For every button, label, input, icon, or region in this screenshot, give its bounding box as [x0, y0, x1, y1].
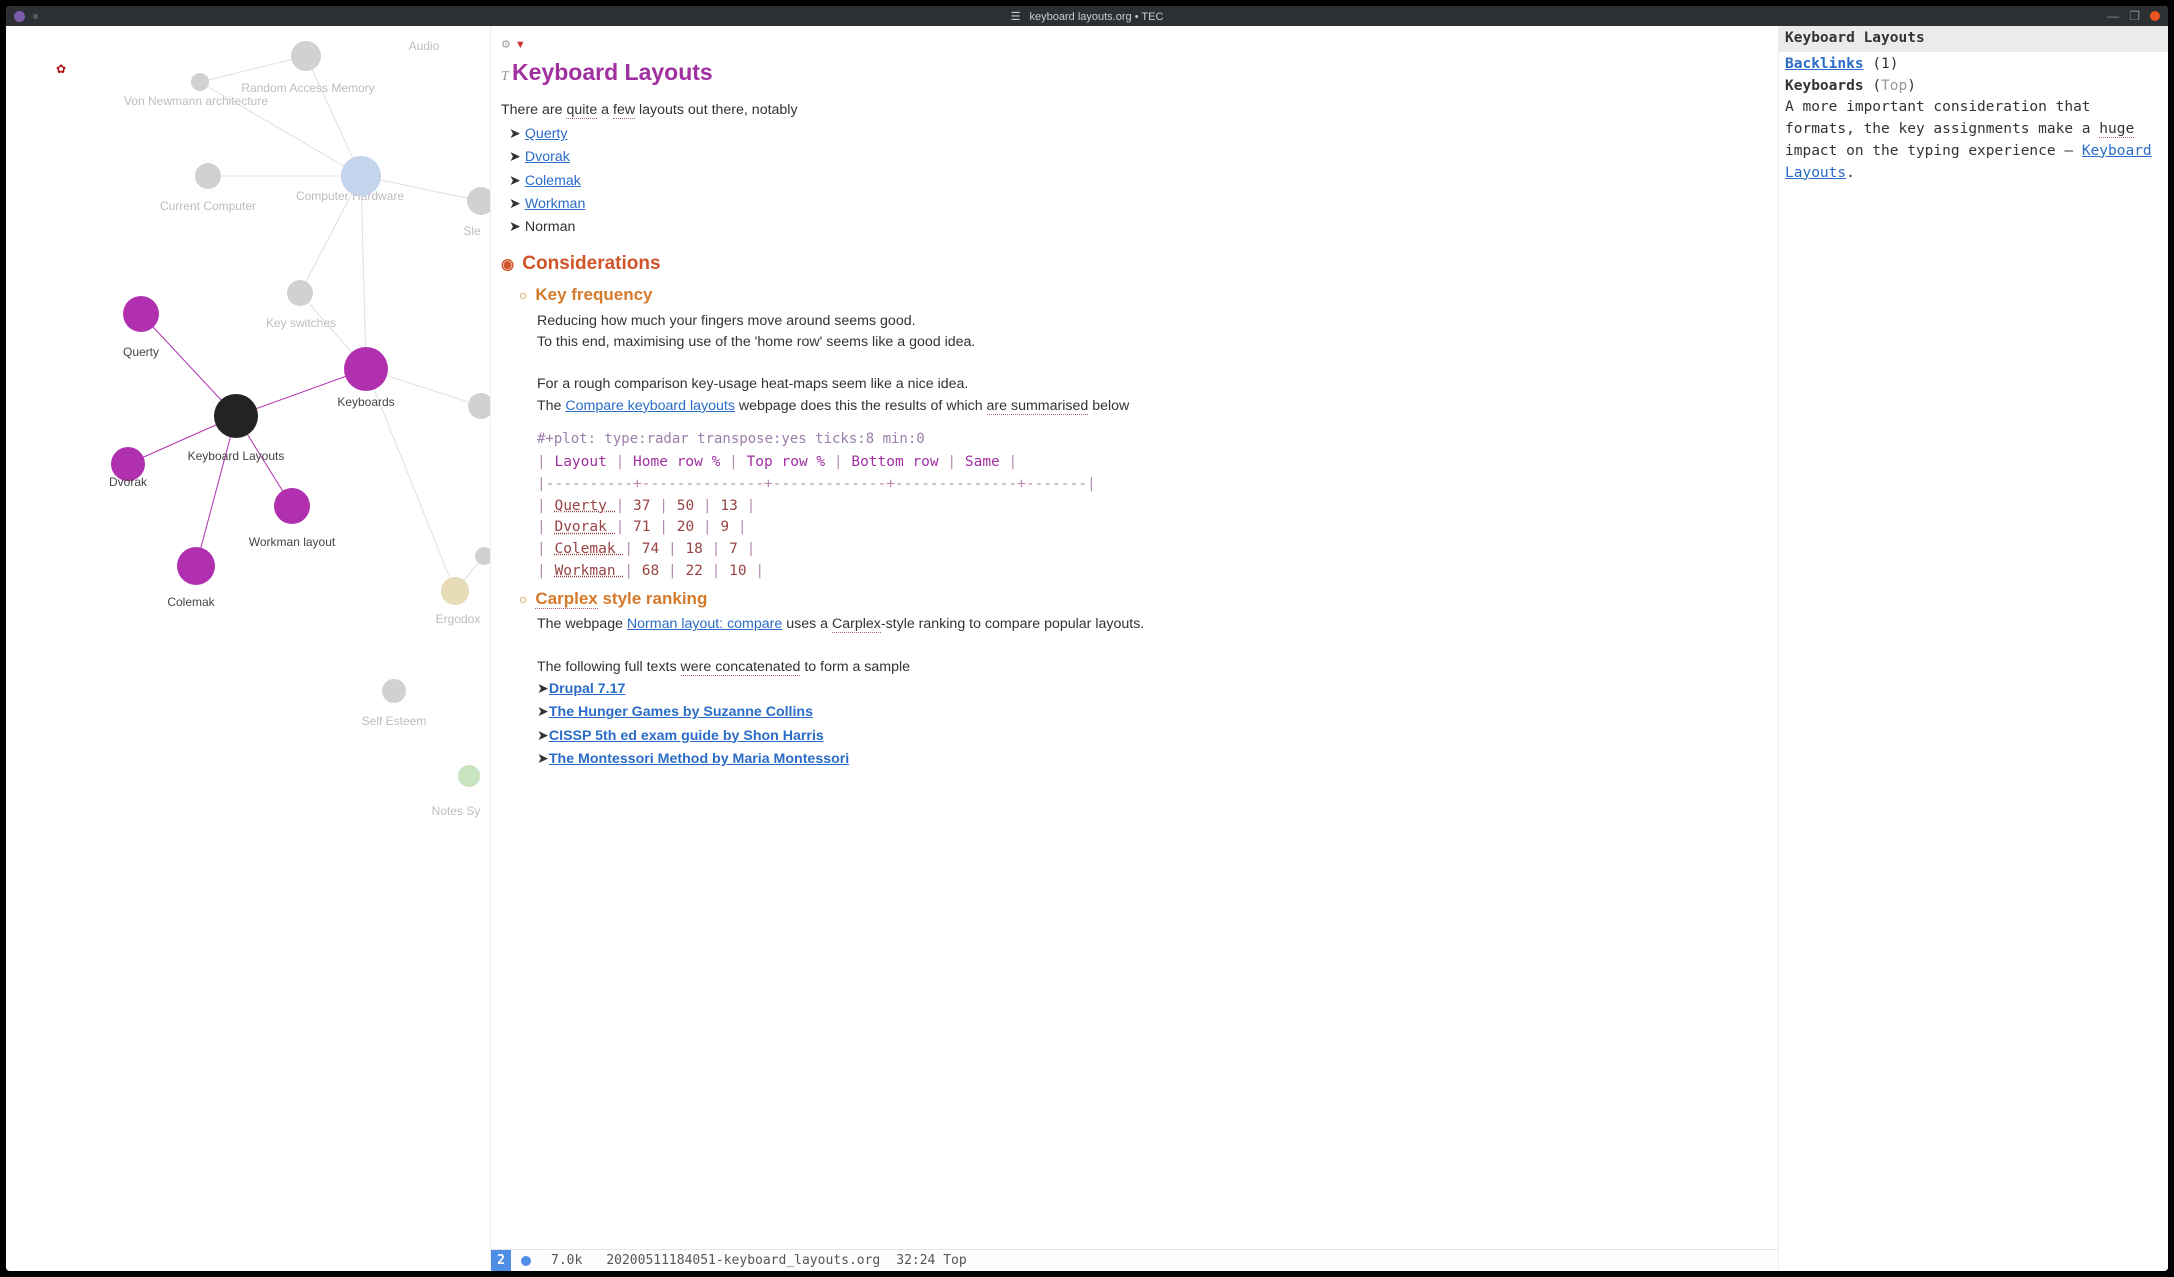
paragraph: The webpage Norman layout: compare uses …: [537, 614, 1768, 635]
file-name: 20200511184051-keyboard_layouts.org: [606, 1253, 880, 1268]
svg-text:Colemak: Colemak: [167, 595, 215, 609]
settings-icon: ⚙: [501, 39, 511, 51]
titlebar-dot: [14, 11, 25, 22]
graph-node-faded[interactable]: Von Newmann architecture: [124, 94, 268, 108]
svg-text:Notes Sy: Notes Sy: [432, 804, 481, 818]
title-marker: T: [501, 69, 512, 84]
status-indicator: [521, 1256, 531, 1266]
backlinks-row: Backlinks (1): [1785, 54, 2162, 76]
backlink-excerpt: A more important consideration that form…: [1785, 97, 2162, 184]
svg-text:Key switches: Key switches: [266, 316, 336, 330]
graph-node-faded[interactable]: [287, 280, 313, 306]
svg-text:Random Access Memory: Random Access Memory: [241, 81, 374, 95]
graph-node-faded[interactable]: [291, 41, 321, 71]
graph-node-faded[interactable]: Key switches: [266, 316, 336, 330]
graph-node-faded[interactable]: [191, 73, 209, 91]
graph-node-faded[interactable]: [467, 187, 490, 215]
intro-text: There are quite a few layouts out there,…: [501, 100, 1768, 121]
window-title: keyboard layouts.org • TEC: [1030, 11, 1164, 23]
list-item: ➤The Hunger Games by Suzanne Collins: [537, 701, 1768, 724]
maximize-icon[interactable]: ❐: [2129, 9, 2140, 23]
graph-node-faded[interactable]: [382, 679, 406, 703]
layout-link[interactable]: Querty: [525, 126, 568, 142]
heading-carplex: ○ Carplex style ranking: [519, 586, 1768, 612]
titlebar: ☰ keyboard layouts.org • TEC — ❐: [6, 6, 2168, 26]
layout-link[interactable]: Dvorak: [525, 149, 570, 165]
graph-node[interactable]: Workman layout: [249, 488, 336, 549]
svg-text:Workman layout: Workman layout: [249, 535, 336, 549]
graph-node[interactable]: Keyboards: [337, 347, 394, 409]
svg-text:Audio: Audio: [409, 39, 440, 53]
backlink-item: Keyboards (Top): [1785, 76, 2162, 98]
hamburger-icon: ☰: [1011, 11, 1021, 23]
heading-key-frequency: ○ Key frequency: [519, 282, 1768, 308]
list-item: ➤CISSP 5th ed exam guide by Shon Harris: [537, 725, 1768, 748]
graph-node-faded[interactable]: Notes Sy: [432, 804, 481, 818]
text-link[interactable]: Drupal 7.17: [549, 681, 626, 697]
graph-node-faded[interactable]: [475, 547, 490, 565]
svg-text:Keyboard Layouts: Keyboard Layouts: [188, 449, 285, 463]
graph-node-faded[interactable]: Random Access Memory: [241, 81, 374, 95]
graph-node-faded[interactable]: Sle: [463, 224, 481, 238]
paragraph: The Compare keyboard layouts webpage doe…: [537, 396, 1768, 417]
heading-considerations: ◉ Considerations: [501, 250, 1768, 279]
backlinks-pane[interactable]: Keyboard Layouts Backlinks (1) Keyboards…: [1778, 26, 2168, 1271]
paragraph: The following full texts were concatenat…: [537, 657, 1768, 678]
norman-compare-link[interactable]: Norman layout: compare: [627, 616, 782, 632]
list-item: ➤Drupal 7.17: [537, 678, 1768, 701]
minimize-icon[interactable]: —: [2107, 9, 2119, 23]
backlinks-link[interactable]: Backlinks: [1785, 56, 1864, 72]
graph-node[interactable]: Colemak: [167, 547, 215, 609]
graph-node-faded[interactable]: [195, 163, 221, 189]
svg-text:Self Esteem: Self Esteem: [362, 714, 427, 728]
graph-node[interactable]: Dvorak: [109, 447, 148, 489]
layout-link[interactable]: Workman: [525, 196, 585, 212]
svg-text:Querty: Querty: [123, 345, 159, 359]
layout-table: | Layout | Home row % | Top row % | Bott…: [537, 452, 1768, 583]
list-item: ➤The Montessori Method by Maria Montesso…: [537, 748, 1768, 771]
svg-text:Current Computer: Current Computer: [160, 199, 256, 213]
paragraph: Reducing how much your fingers move arou…: [537, 311, 1768, 332]
compare-layouts-link[interactable]: Compare keyboard layouts: [565, 398, 735, 414]
plot-directive: #+plot: type:radar transpose:yes ticks:8…: [537, 429, 1768, 450]
editor-pane[interactable]: ⚙ ▼ T Keyboard Layouts There are quite a…: [490, 26, 1778, 1271]
svg-text:Ergodox: Ergodox: [436, 612, 481, 626]
list-item: ➤Colemak: [509, 170, 1768, 193]
list-item: ➤Norman: [509, 216, 1768, 239]
gear-icon[interactable]: ✿: [56, 62, 66, 76]
chevron-down-icon: ▼: [515, 39, 526, 51]
graph-node-faded[interactable]: Ergodox: [436, 612, 481, 626]
page-title: Keyboard Layouts: [512, 59, 713, 85]
graph-node-faded[interactable]: Self Esteem: [362, 714, 427, 728]
graph-node-center[interactable]: Keyboard Layouts: [188, 394, 285, 463]
graph-node-faded[interactable]: Current Computer: [160, 199, 256, 213]
close-icon[interactable]: [2150, 11, 2160, 21]
list-item: ➤Dvorak: [509, 146, 1768, 169]
window-number: 2: [491, 1250, 511, 1272]
svg-text:Dvorak: Dvorak: [109, 475, 148, 489]
text-link[interactable]: The Montessori Method by Maria Montessor…: [549, 751, 849, 767]
text-link[interactable]: CISSP 5th ed exam guide by Shon Harris: [549, 728, 824, 744]
modeline: 2 7.0k 20200511184051-keyboard_layouts.o…: [491, 1249, 1778, 1271]
list-item: ➤Querty: [509, 123, 1768, 146]
paragraph: To this end, maximising use of the 'home…: [537, 332, 1768, 353]
text-link[interactable]: The Hunger Games by Suzanne Collins: [549, 704, 813, 720]
list-item: ➤Workman: [509, 193, 1768, 216]
file-size: 7.0k: [551, 1253, 582, 1268]
sidebar-title: Keyboard Layouts: [1779, 26, 2168, 52]
graph-node-faded[interactable]: Audio: [409, 39, 440, 53]
svg-text:Sle: Sle: [463, 224, 481, 238]
cursor-position: 32:24 Top: [896, 1253, 966, 1268]
paragraph: For a rough comparison key-usage heat-ma…: [537, 374, 1768, 395]
graph-node-faded[interactable]: [468, 393, 490, 419]
svg-text:Von Newmann architecture: Von Newmann architecture: [124, 94, 268, 108]
svg-text:Keyboards: Keyboards: [337, 395, 394, 409]
titlebar-dot: [33, 14, 38, 19]
layout-link[interactable]: Colemak: [525, 173, 581, 189]
graph-pane[interactable]: ✿ Audio Random Access MemoryVon Newmann a…: [6, 26, 490, 1271]
